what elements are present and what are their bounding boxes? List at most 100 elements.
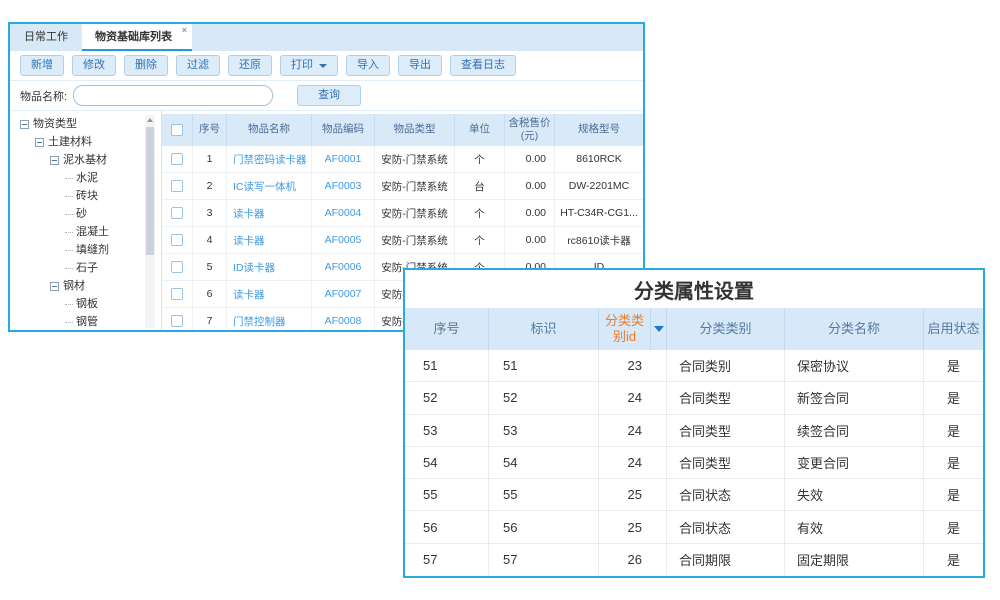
- item-code-link[interactable]: AF0004: [312, 200, 375, 226]
- price-cell: 0.00: [505, 200, 555, 226]
- category-cell: 合同期限: [667, 544, 785, 576]
- row-checkbox[interactable]: [171, 288, 183, 300]
- tab-daily-work[interactable]: 日常工作: [10, 24, 82, 51]
- toolbar-button[interactable]: 新增: [20, 55, 64, 76]
- row-checkbox[interactable]: [171, 180, 183, 192]
- tree-item[interactable]: 钢材: [10, 277, 161, 295]
- toolbar-button[interactable]: 打印: [280, 55, 338, 76]
- tree-item-label: 钢材: [63, 277, 85, 295]
- select-all-checkbox[interactable]: [171, 124, 183, 136]
- table-row[interactable]: 2 IC读写一体机 AF0003 安防-门禁系统 台 0.00 DW-2201M…: [162, 173, 643, 200]
- tree-item[interactable]: 土建材料: [10, 133, 161, 151]
- tree-scrollbar[interactable]: [145, 115, 155, 328]
- tree-item[interactable]: 石子: [10, 259, 161, 277]
- collapse-icon[interactable]: [35, 138, 44, 147]
- toolbar-button[interactable]: 删除: [124, 55, 168, 76]
- col-enabled-status: 启用状态: [924, 308, 983, 350]
- table-row[interactable]: 56 56 25 合同状态 有效 是: [405, 511, 983, 543]
- row-select-cell: [162, 227, 193, 253]
- price-cell: 0.00: [505, 227, 555, 253]
- tree-item[interactable]: 水泥: [10, 169, 161, 187]
- row-checkbox[interactable]: [171, 234, 183, 246]
- item-name-link[interactable]: 读卡器: [227, 200, 312, 226]
- table-row[interactable]: 3 读卡器 AF0004 安防-门禁系统 个 0.00 HT-C34R-CG1.…: [162, 200, 643, 227]
- category-id-cell: 25: [599, 479, 667, 510]
- item-code-link[interactable]: AF0001: [312, 146, 375, 172]
- item-name-link[interactable]: 门禁密码读卡器: [227, 146, 312, 172]
- enabled-status-cell: 是: [924, 350, 983, 381]
- item-type-cell: 安防-门禁系统: [375, 146, 455, 172]
- row-checkbox[interactable]: [171, 315, 183, 327]
- col-seq: 序号: [193, 114, 227, 146]
- toolbar-button[interactable]: 查看日志: [450, 55, 516, 76]
- tree-item[interactable]: 物资类型: [10, 115, 161, 133]
- category-id-cell: 24: [599, 415, 667, 446]
- tree-item[interactable]: 混凝土: [10, 223, 161, 241]
- seq-cell: 56: [405, 511, 489, 542]
- table-row[interactable]: 1 门禁密码读卡器 AF0001 安防-门禁系统 个 0.00 8610RCK: [162, 146, 643, 173]
- scroll-up-icon[interactable]: [145, 115, 155, 125]
- table-row[interactable]: 4 读卡器 AF0005 安防-门禁系统 个 0.00 rc8610读卡器: [162, 227, 643, 254]
- category-name-cell: 续签合同: [785, 415, 924, 446]
- item-name-link[interactable]: IC读写一体机: [227, 173, 312, 199]
- seq-cell: 3: [193, 200, 227, 226]
- spec-cell: DW-2201MC: [555, 173, 643, 199]
- tree-item[interactable]: 钢板: [10, 295, 161, 313]
- item-code-link[interactable]: AF0006: [312, 254, 375, 280]
- close-tab-icon[interactable]: ×: [182, 26, 187, 35]
- table-row[interactable]: 57 57 26 合同期限 固定期限 是: [405, 544, 983, 576]
- toolbar-button[interactable]: 修改: [72, 55, 116, 76]
- tree-item[interactable]: 泥水基材: [10, 151, 161, 169]
- category-name-cell: 固定期限: [785, 544, 924, 576]
- category-id-label: 分类类别id: [599, 313, 650, 344]
- item-code-link[interactable]: AF0003: [312, 173, 375, 199]
- category-name-cell: 有效: [785, 511, 924, 542]
- item-code-link[interactable]: AF0008: [312, 308, 375, 330]
- tree-item[interactable]: 钢管: [10, 313, 161, 330]
- row-checkbox[interactable]: [171, 153, 183, 165]
- collapse-icon[interactable]: [50, 156, 59, 165]
- scrollbar-thumb[interactable]: [146, 127, 154, 255]
- tree-item[interactable]: 填缝剂: [10, 241, 161, 259]
- seq-cell: 54: [405, 447, 489, 478]
- sort-arrow-box[interactable]: [650, 308, 666, 350]
- collapse-icon[interactable]: [50, 282, 59, 291]
- seq-cell: 55: [405, 479, 489, 510]
- table-row[interactable]: 53 53 24 合同类型 续签合同 是: [405, 415, 983, 447]
- spec-cell: HT-C34R-CG1...: [555, 200, 643, 226]
- table-row[interactable]: 54 54 24 合同类型 变更合同 是: [405, 447, 983, 479]
- seq-cell: 5: [193, 254, 227, 280]
- spec-cell: 8610RCK: [555, 146, 643, 172]
- collapse-icon[interactable]: [20, 120, 29, 129]
- unit-cell: 个: [455, 200, 505, 226]
- table-row[interactable]: 55 55 25 合同状态 失效 是: [405, 479, 983, 511]
- row-checkbox[interactable]: [171, 261, 183, 273]
- item-name-input[interactable]: [73, 85, 273, 106]
- item-code-link[interactable]: AF0005: [312, 227, 375, 253]
- category-cell: 合同类型: [667, 382, 785, 413]
- item-name-link[interactable]: ID读卡器: [227, 254, 312, 280]
- item-name-link[interactable]: 读卡器: [227, 227, 312, 253]
- toolbar-button[interactable]: 过滤: [176, 55, 220, 76]
- tree-connector: [65, 322, 73, 323]
- col-item-code: 物品编码: [312, 114, 375, 146]
- tree-item[interactable]: 砖块: [10, 187, 161, 205]
- toolbar-button[interactable]: 导出: [398, 55, 442, 76]
- table-row[interactable]: 51 51 23 合同类别 保密协议 是: [405, 350, 983, 382]
- tab-materials-library[interactable]: 物资基础库列表 ×: [82, 24, 192, 51]
- category-name-cell: 新签合同: [785, 382, 924, 413]
- query-button[interactable]: 查询: [297, 85, 361, 106]
- item-name-link[interactable]: 读卡器: [227, 281, 312, 307]
- toolbar-button[interactable]: 还原: [228, 55, 272, 76]
- tree-connector: [65, 268, 73, 269]
- item-name-link[interactable]: 门禁控制器: [227, 308, 312, 330]
- item-code-link[interactable]: AF0007: [312, 281, 375, 307]
- tree-item[interactable]: 砂: [10, 205, 161, 223]
- tree-item-label: 泥水基材: [63, 151, 107, 169]
- row-select-cell: [162, 254, 193, 280]
- row-checkbox[interactable]: [171, 207, 183, 219]
- col-category-id[interactable]: 分类类别id: [599, 308, 667, 350]
- table-row[interactable]: 52 52 24 合同类型 新签合同 是: [405, 382, 983, 414]
- identifier-cell: 52: [489, 382, 599, 413]
- toolbar-button[interactable]: 导入: [346, 55, 390, 76]
